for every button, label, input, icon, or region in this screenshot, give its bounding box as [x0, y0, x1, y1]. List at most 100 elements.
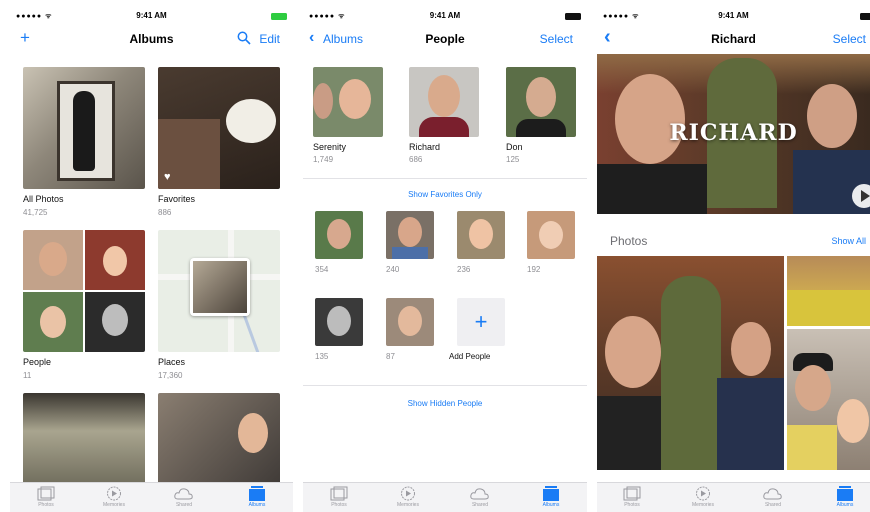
- person-photo-richard[interactable]: [409, 67, 479, 137]
- memories-tab-icon: [401, 486, 415, 501]
- album-count: 886: [158, 208, 172, 217]
- person-photo[interactable]: [457, 211, 505, 259]
- person-name: Serenity: [313, 142, 347, 152]
- tab-photos[interactable]: Photos: [24, 486, 68, 508]
- album-thumb-all-photos[interactable]: [23, 67, 145, 189]
- person-count: 354: [315, 265, 329, 274]
- cloud-icon: [174, 488, 193, 500]
- play-icon[interactable]: [852, 184, 870, 208]
- tab-label: Photos: [331, 502, 347, 508]
- tab-label: Memories: [692, 502, 714, 508]
- album-label: Favorites: [158, 194, 196, 204]
- albums-tab-icon: [249, 486, 265, 501]
- tab-bar: Photos Memories Shared Albums: [597, 482, 870, 512]
- battery-icon: [565, 13, 581, 20]
- cloud-icon: [470, 488, 489, 500]
- photos-tab-icon: [37, 486, 55, 501]
- tab-albums[interactable]: Albums: [823, 486, 867, 508]
- photos-tab-icon: [623, 486, 641, 501]
- tab-label: Shared: [471, 502, 489, 508]
- photo-grid-item[interactable]: [597, 256, 784, 470]
- memory-hero-image[interactable]: RICHARD: [597, 54, 870, 214]
- person-count: 1,749: [313, 155, 334, 164]
- album-count: 41,725: [23, 208, 48, 217]
- tab-label: Memories: [103, 502, 125, 508]
- tab-bar: Photos Memories Shared Albums: [303, 482, 587, 512]
- status-time: 9:41 AM: [429, 11, 461, 20]
- divider: [303, 178, 587, 179]
- person-photo[interactable]: [386, 298, 434, 346]
- tab-memories[interactable]: Memories: [386, 486, 430, 508]
- search-icon[interactable]: [237, 31, 251, 48]
- memory-title: RICHARD: [669, 120, 798, 146]
- person-name: Richard: [409, 142, 441, 152]
- status-bar: ●●●●● ᯤ 9:41 AM: [597, 8, 870, 24]
- album-thumb-places[interactable]: [158, 230, 280, 352]
- tab-bar: Photos Memories Shared Albums: [10, 482, 293, 512]
- person-photo[interactable]: [315, 211, 363, 259]
- people-screen: ●●●●● ᯤ 9:41 AM ‹ Albums People Select S…: [303, 0, 587, 512]
- person-count: 125: [506, 155, 520, 164]
- person-photo-don[interactable]: [506, 67, 576, 137]
- album-label: All Photos: [23, 194, 64, 204]
- tab-shared[interactable]: Shared: [458, 486, 502, 508]
- person-count: 135: [315, 352, 329, 361]
- tab-albums[interactable]: Albums: [235, 486, 279, 508]
- status-time: 9:41 AM: [136, 11, 167, 20]
- albums-tab-icon: [837, 486, 853, 501]
- photo-grid-item[interactable]: [787, 329, 870, 470]
- person-count: 192: [527, 265, 541, 274]
- person-name: Don: [506, 142, 523, 152]
- tab-label: Photos: [624, 502, 640, 508]
- tab-memories[interactable]: Memories: [681, 486, 725, 508]
- page-title: Richard: [711, 32, 756, 46]
- tab-shared[interactable]: Shared: [162, 486, 206, 508]
- album-label: People: [23, 357, 52, 367]
- battery-icon: [271, 13, 287, 20]
- show-favorites-only-link[interactable]: Show Favorites Only: [303, 190, 587, 199]
- tab-label: Albums: [248, 502, 266, 508]
- status-bar: ●●●●● ᯤ 9:41 AM: [10, 8, 293, 24]
- tab-shared[interactable]: Shared: [751, 486, 795, 508]
- tab-memories[interactable]: Memories: [92, 486, 136, 508]
- album-thumb[interactable]: [158, 393, 280, 488]
- tab-label: Memories: [397, 502, 419, 508]
- album-count: 11: [23, 371, 32, 380]
- select-button[interactable]: Select: [833, 32, 866, 46]
- person-photo[interactable]: [386, 211, 434, 259]
- show-all-link[interactable]: Show All: [831, 236, 866, 246]
- nav-bar: ‹ Albums People Select: [303, 28, 587, 50]
- person-photo[interactable]: [527, 211, 575, 259]
- heart-icon: ♥: [164, 171, 171, 183]
- person-count: 686: [409, 155, 423, 164]
- photo-grid-item[interactable]: [787, 256, 870, 326]
- plus-icon: +: [474, 309, 488, 334]
- tab-label: Photos: [38, 502, 54, 508]
- album-thumb-people[interactable]: [23, 230, 145, 352]
- tab-label: Shared: [764, 502, 782, 508]
- nav-bar: + Albums Edit: [10, 28, 293, 50]
- album-thumb[interactable]: [23, 393, 145, 488]
- nav-bar: ‹ Richard Select: [597, 26, 870, 50]
- tab-photos[interactable]: Photos: [610, 486, 654, 508]
- show-hidden-people-link[interactable]: Show Hidden People: [303, 399, 587, 408]
- album-thumb-favorites[interactable]: ♥: [158, 67, 280, 189]
- add-people-button[interactable]: +: [457, 298, 505, 346]
- add-people-label: Add People: [449, 352, 491, 361]
- album-label: Places: [158, 357, 186, 367]
- memories-tab-icon: [696, 486, 710, 501]
- battery-icon: [860, 13, 870, 20]
- album-count: 17,360: [158, 371, 183, 380]
- tab-albums[interactable]: Albums: [529, 486, 573, 508]
- person-detail-screen: ●●●●● ᯤ 9:41 AM ‹ Richard Select RICHARD…: [597, 0, 870, 512]
- cloud-icon: [763, 488, 782, 500]
- tab-label: Shared: [175, 502, 193, 508]
- tab-photos[interactable]: Photos: [317, 486, 361, 508]
- person-count: 87: [386, 352, 395, 361]
- person-photo[interactable]: [315, 298, 363, 346]
- photos-tab-icon: [330, 486, 348, 501]
- select-button[interactable]: Select: [540, 32, 573, 46]
- edit-button[interactable]: Edit: [259, 32, 280, 46]
- person-photo-serenity[interactable]: [313, 67, 383, 137]
- status-time: 9:41 AM: [718, 11, 749, 20]
